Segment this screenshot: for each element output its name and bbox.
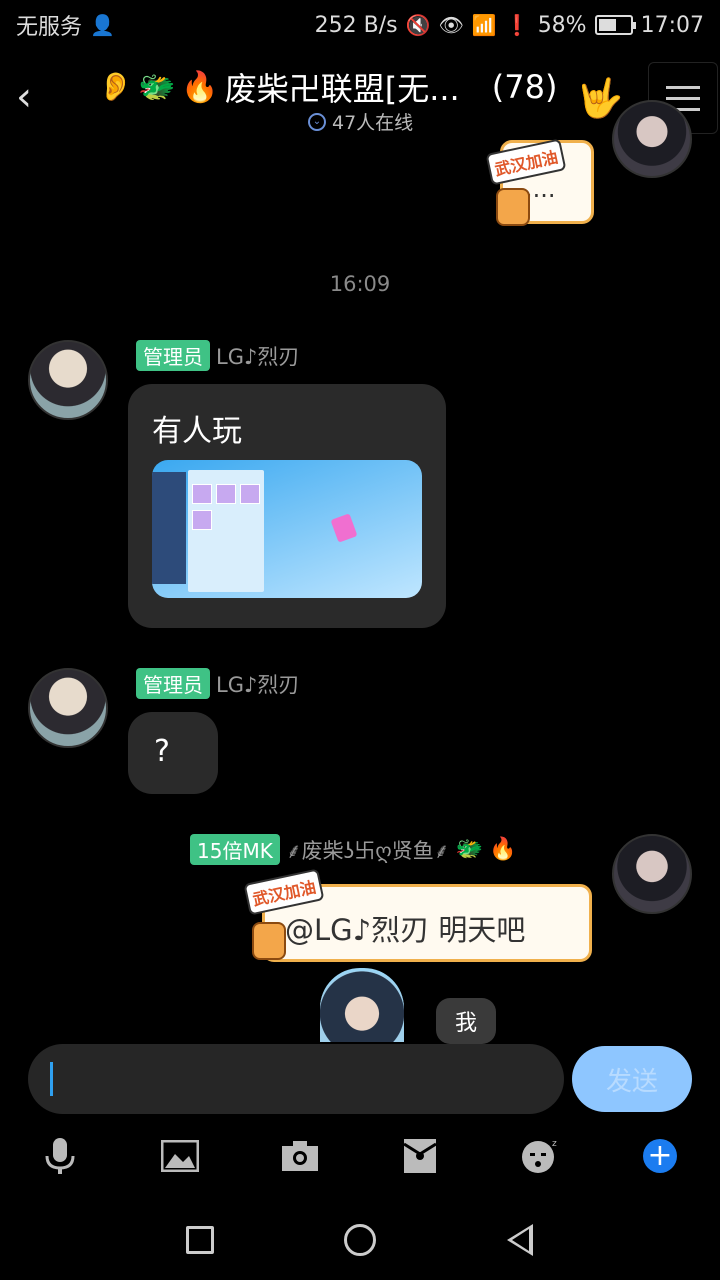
plus-icon[interactable]: + bbox=[636, 1132, 684, 1180]
sender-name[interactable]: ⸙废柴ʖ卐ღ贤鱼⸙ bbox=[286, 835, 450, 865]
recents-button[interactable] bbox=[176, 1216, 224, 1264]
message-text: ? bbox=[154, 734, 170, 769]
clock: 17:07 bbox=[640, 12, 704, 38]
timestamp: 16:09 bbox=[329, 272, 391, 296]
text-caret bbox=[50, 1062, 53, 1096]
wifi-icon: 📶 bbox=[471, 13, 497, 37]
send-button[interactable]: 发送 bbox=[572, 1046, 692, 1112]
input-toolbar: z + bbox=[0, 1126, 720, 1186]
system-nav-bar bbox=[0, 1200, 720, 1280]
peeking-character[interactable] bbox=[320, 968, 404, 1042]
menu-line bbox=[666, 96, 700, 100]
svg-text:z: z bbox=[552, 1139, 557, 1149]
image-icon[interactable] bbox=[156, 1132, 204, 1180]
group-name: 废柴卍联盟[无... bbox=[224, 70, 460, 108]
image-tile bbox=[192, 510, 212, 530]
level-badge: 15倍MK bbox=[190, 834, 280, 865]
image-tile bbox=[240, 484, 260, 504]
sender-info-self: 15倍MK ⸙废柴ʖ卐ღ贤鱼⸙ 🐲 🔥 bbox=[190, 834, 516, 865]
system-back-button[interactable] bbox=[496, 1216, 544, 1264]
back-button[interactable]: ‹ bbox=[6, 72, 42, 122]
home-button[interactable] bbox=[336, 1216, 384, 1264]
dragon-icon: 🐲 bbox=[455, 837, 483, 862]
back-triangle-icon bbox=[507, 1224, 533, 1256]
red-packet-icon[interactable] bbox=[396, 1132, 444, 1180]
sender-name[interactable]: LG♪烈刃 bbox=[216, 669, 299, 699]
online-count: 47人在线 bbox=[332, 112, 414, 134]
user-icon: 👤 bbox=[90, 13, 115, 37]
message-image[interactable] bbox=[152, 460, 422, 598]
online-status[interactable]: ⌄ 47人在线 bbox=[308, 108, 413, 135]
battery-fill bbox=[598, 19, 616, 31]
chevron-down-icon: ⌄ bbox=[308, 112, 326, 131]
recents-icon bbox=[186, 1226, 214, 1254]
status-left: 无服务 👤 bbox=[16, 9, 115, 41]
fire-icon: 🔥 bbox=[181, 69, 219, 105]
status-bar: 无服务 👤 252 B/s 🔇 👁 📶 ❗ 58% 17:07 bbox=[0, 0, 720, 50]
group-title[interactable]: 🐲 🔥 废柴卍联盟[无... (78) bbox=[138, 64, 557, 110]
chat-header: ‹ 👂 🐲 🔥 废柴卍联盟[无... (78) ⌄ 47人在线 🤟 bbox=[0, 50, 720, 140]
status-right: 252 B/s 🔇 👁 📶 ❗ 58% 17:07 bbox=[315, 13, 704, 38]
microphone-icon[interactable] bbox=[36, 1132, 84, 1180]
plus-button: + bbox=[643, 1139, 677, 1173]
mute-icon: 🔇 bbox=[405, 13, 431, 37]
member-count: (78) bbox=[491, 68, 558, 106]
sender-name[interactable]: LG♪烈刃 bbox=[216, 341, 299, 371]
eye-icon: 👁 bbox=[438, 13, 464, 37]
camera-icon[interactable] bbox=[276, 1132, 324, 1180]
carrier-label: 无服务 bbox=[16, 15, 83, 40]
fist-sticker-icon bbox=[252, 922, 286, 960]
dragon-icon: 🐲 bbox=[138, 69, 176, 105]
image-panel bbox=[188, 470, 264, 592]
message-text: 有人玩 bbox=[152, 414, 242, 449]
image-tile bbox=[216, 484, 236, 504]
menu-line bbox=[666, 85, 700, 89]
sim-alert-icon: ❗ bbox=[504, 13, 530, 37]
fire-icon: 🔥 bbox=[488, 837, 517, 862]
battery-percent: 58% bbox=[537, 12, 587, 38]
message-text: @LG♪烈刃 明天吧 bbox=[285, 913, 526, 947]
image-tile bbox=[192, 484, 212, 504]
avatar-sender[interactable] bbox=[28, 668, 108, 748]
fist-sticker-icon bbox=[496, 188, 530, 226]
avatar-self[interactable] bbox=[612, 834, 692, 914]
chevron-left-icon: ‹ bbox=[16, 74, 32, 120]
message-bubble[interactable]: ? bbox=[128, 712, 218, 794]
avatar-self[interactable] bbox=[612, 100, 692, 178]
rock-hand-icon[interactable]: 🤟 bbox=[576, 76, 623, 121]
sender-info: 管理员 LG♪烈刃 bbox=[136, 668, 299, 699]
sender-info: 管理员 LG♪烈刃 bbox=[136, 340, 299, 371]
role-badge: 管理员 bbox=[136, 668, 210, 699]
image-sidebar bbox=[152, 472, 186, 584]
image-card-icon bbox=[330, 513, 358, 543]
ear-icon[interactable]: 👂 bbox=[98, 70, 133, 103]
avatar-sender[interactable] bbox=[28, 340, 108, 420]
floating-bubble-text: 我 bbox=[454, 1011, 477, 1036]
battery-icon bbox=[594, 15, 636, 35]
role-badge: 管理员 bbox=[136, 340, 210, 371]
home-icon bbox=[344, 1224, 376, 1256]
emoji-icon[interactable]: z bbox=[516, 1132, 564, 1180]
floating-bubble[interactable]: 我 bbox=[436, 998, 496, 1044]
message-input[interactable] bbox=[28, 1044, 564, 1114]
network-speed: 252 B/s bbox=[314, 12, 398, 38]
